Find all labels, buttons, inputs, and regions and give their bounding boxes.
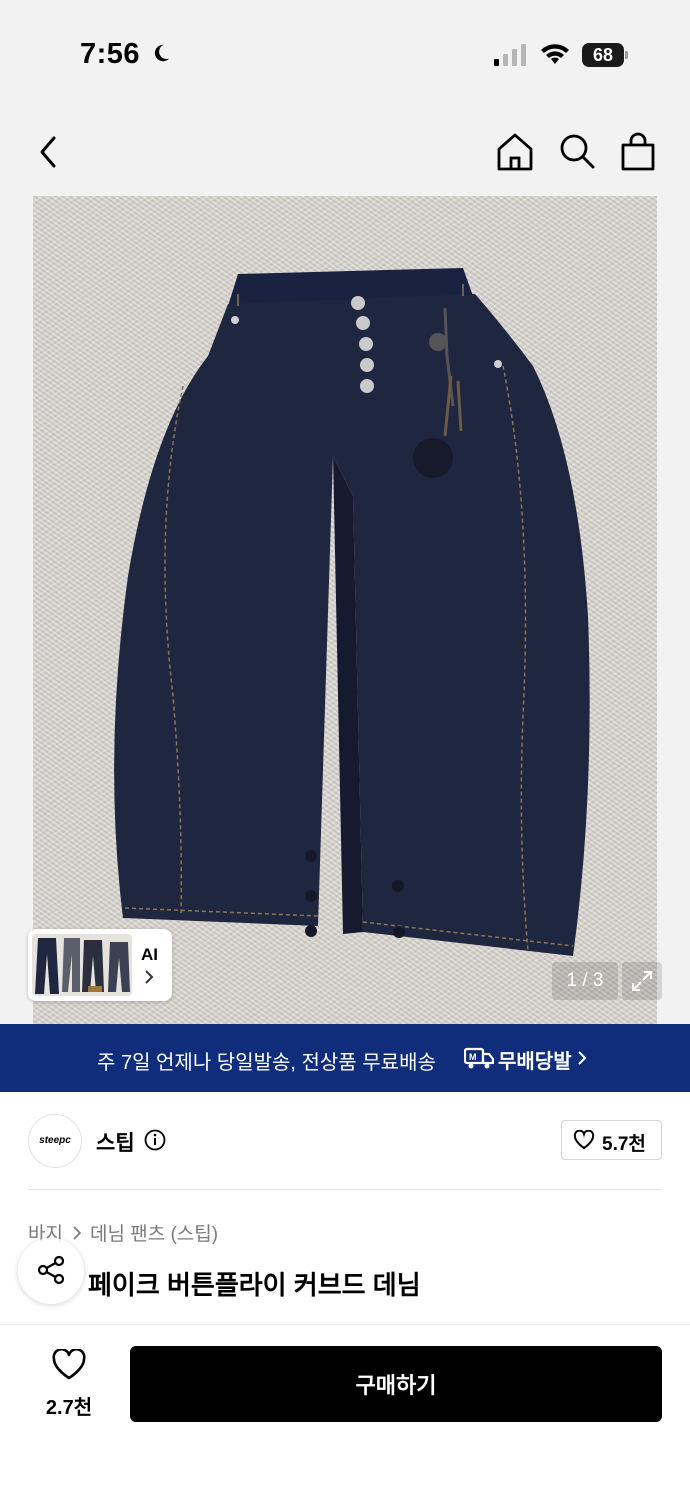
status-time: 7:56 xyxy=(80,38,141,70)
jeans-image xyxy=(114,268,590,956)
search-icon[interactable] xyxy=(558,132,596,170)
brand-name[interactable]: 스팁 xyxy=(96,1127,135,1157)
battery-indicator: 68 xyxy=(582,43,628,67)
ai-thumbnail xyxy=(32,934,132,996)
banner-brand: 무배당발 xyxy=(498,1051,572,1073)
page-counter: 1 / 3 xyxy=(552,962,618,1000)
chevron-right-icon xyxy=(145,970,154,984)
brand-like-button[interactable]: 5.7천 xyxy=(561,1120,662,1160)
nav-header xyxy=(0,110,690,196)
share-icon xyxy=(37,1255,65,1285)
brand-like-count: 5.7천 xyxy=(602,1134,646,1155)
breadcrumb-subcategory[interactable]: 데님 팬츠 (스팁) xyxy=(90,1219,218,1246)
expand-icon xyxy=(632,971,652,991)
back-icon[interactable] xyxy=(34,132,64,172)
wifi-icon xyxy=(541,44,569,64)
buy-button[interactable]: 구매하기 xyxy=(130,1346,662,1422)
wishlist-count: 2.7천 xyxy=(45,1397,93,1419)
heart-icon xyxy=(573,1130,595,1150)
home-icon[interactable] xyxy=(496,132,534,172)
divider xyxy=(28,1189,662,1190)
ai-label: AI xyxy=(141,945,158,964)
status-bar: 7:56 68 xyxy=(0,0,690,110)
wishlist-button[interactable]: 2.7천 xyxy=(30,1349,108,1419)
battery-cap xyxy=(625,51,628,59)
svg-text:M: M xyxy=(469,1052,477,1062)
delivery-banner[interactable]: 주 7일 언제나 당일발송, 전상품 무료배송 M 무배당발 xyxy=(0,1024,690,1092)
bottom-action-bar: 2.7천 구매하기 xyxy=(0,1324,690,1500)
product-gallery[interactable]: AI 1 / 3 xyxy=(0,196,690,1024)
truck-icon: M xyxy=(464,1047,494,1069)
chevron-right-icon xyxy=(73,1225,81,1240)
signal-icon xyxy=(494,44,526,66)
shopping-bag-icon[interactable] xyxy=(620,132,656,172)
banner-text: 주 7일 언제나 당일발송, 전상품 무료배송 xyxy=(97,1052,436,1074)
info-icon[interactable] xyxy=(144,1129,166,1151)
share-button[interactable] xyxy=(18,1238,84,1304)
moon-icon xyxy=(154,44,170,62)
product-photo[interactable] xyxy=(33,196,657,1024)
ai-similar-button[interactable]: AI xyxy=(28,929,172,1001)
heart-icon xyxy=(52,1349,86,1380)
battery-level: 68 xyxy=(582,43,624,67)
expand-button[interactable] xyxy=(622,962,662,1000)
chevron-right-icon xyxy=(578,1051,587,1065)
product-title: 페이크 버튼플라이 커브드 데님 xyxy=(88,1270,421,1300)
brand-logo[interactable]: steepc xyxy=(28,1114,82,1168)
